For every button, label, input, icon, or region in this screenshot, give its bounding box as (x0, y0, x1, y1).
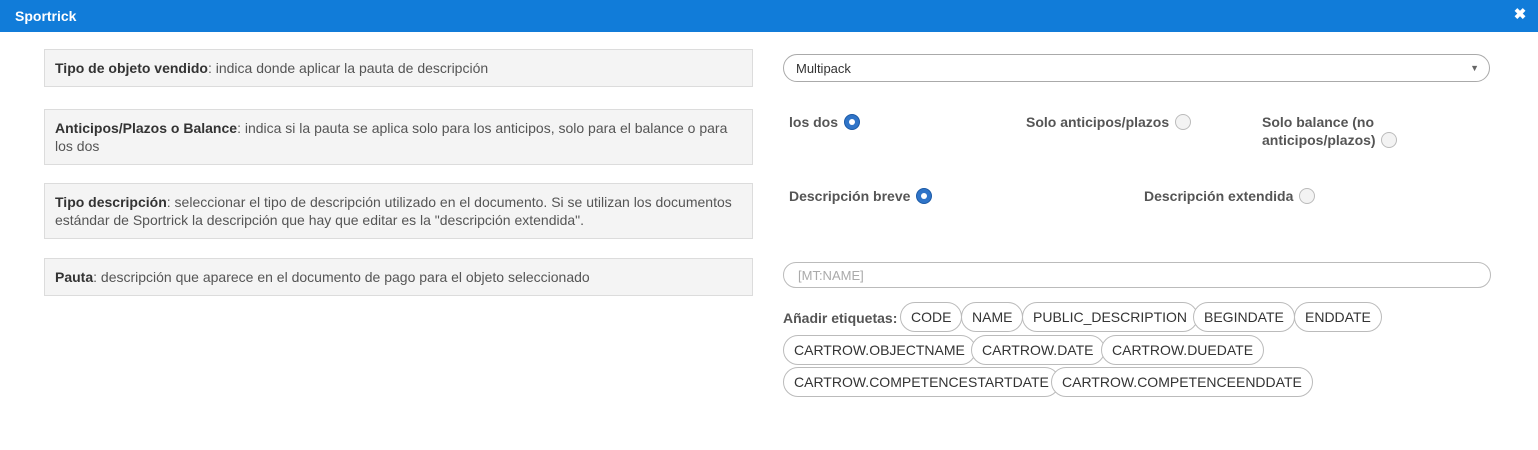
description-anticipos: Anticipos/Plazos o Balance: indica si la… (44, 109, 753, 165)
object-type-select-value: Multipack (796, 61, 851, 76)
tag-button[interactable]: CODE (900, 302, 963, 332)
radio-solo-balance[interactable]: Solo balance (no anticipos/plazos) (1262, 113, 1412, 149)
description-pauta: Pauta: descripción que aparece en el doc… (44, 258, 753, 296)
label-pauta: Pauta (55, 269, 94, 285)
tag-button[interactable]: BEGINDATE (1193, 302, 1295, 332)
tag-button[interactable]: CARTROW.DATE (971, 335, 1105, 365)
label-anticipos: Anticipos/Plazos o Balance (55, 120, 238, 136)
tag-button[interactable]: CARTROW.OBJECTNAME (783, 335, 976, 365)
text-tipo-objeto: : indica donde aplicar la pauta de descr… (207, 60, 489, 76)
tag-button[interactable]: ENDDATE (1294, 302, 1382, 332)
radio-descripcion-breve[interactable]: Descripción breve (789, 187, 933, 205)
label-tipo-descripcion: Tipo descripción (55, 194, 167, 210)
radio-solo-anticipos-button[interactable] (1175, 114, 1192, 130)
description-tipo-descripcion: Tipo descripción: seleccionar el tipo de… (44, 183, 753, 239)
object-type-select[interactable]: Multipack ▼ (783, 54, 1490, 82)
tag-button[interactable]: PUBLIC_DESCRIPTION (1022, 302, 1199, 332)
radio-descripcion-extendida-label: Descripción extendida (1144, 188, 1294, 204)
tag-button[interactable]: CARTROW.DUEDATE (1101, 335, 1265, 365)
tag-button[interactable]: NAME (961, 302, 1024, 332)
description-tipo-objeto: Tipo de objeto vendido: indica donde apl… (44, 49, 753, 87)
window-title: Sportrick (15, 8, 77, 24)
close-icon[interactable]: ✖ (1512, 6, 1528, 24)
radio-descripcion-extendida[interactable]: Descripción extendida (1144, 187, 1316, 205)
radio-los-dos[interactable]: los dos (789, 113, 860, 131)
radio-los-dos-label: los dos (789, 114, 839, 130)
radio-solo-balance-button[interactable] (1381, 132, 1398, 148)
tag-button[interactable]: CARTROW.COMPETENCESTARTDATE (783, 367, 1060, 397)
radio-solo-balance-label: Solo balance (no anticipos/plazos) (1262, 114, 1376, 148)
radio-descripcion-breve-button[interactable] (916, 188, 933, 204)
radio-los-dos-button[interactable] (843, 114, 860, 130)
tags-label: Añadir etiquetas: (783, 310, 898, 326)
text-pauta: : descripción que aparece en el document… (93, 269, 590, 285)
radio-solo-anticipos-label: Solo anticipos/plazos (1026, 114, 1170, 130)
radio-descripcion-breve-label: Descripción breve (789, 188, 911, 204)
title-bar: Sportrick ✖ (0, 0, 1538, 32)
label-tipo-objeto: Tipo de objeto vendido (55, 60, 208, 76)
chevron-down-icon: ▼ (1470, 63, 1479, 73)
radio-solo-anticipos[interactable]: Solo anticipos/plazos (1026, 113, 1192, 131)
tag-button[interactable]: CARTROW.COMPETENCEENDDATE (1051, 367, 1313, 397)
radio-descripcion-extendida-button[interactable] (1299, 188, 1316, 204)
pattern-input[interactable] (783, 262, 1491, 288)
